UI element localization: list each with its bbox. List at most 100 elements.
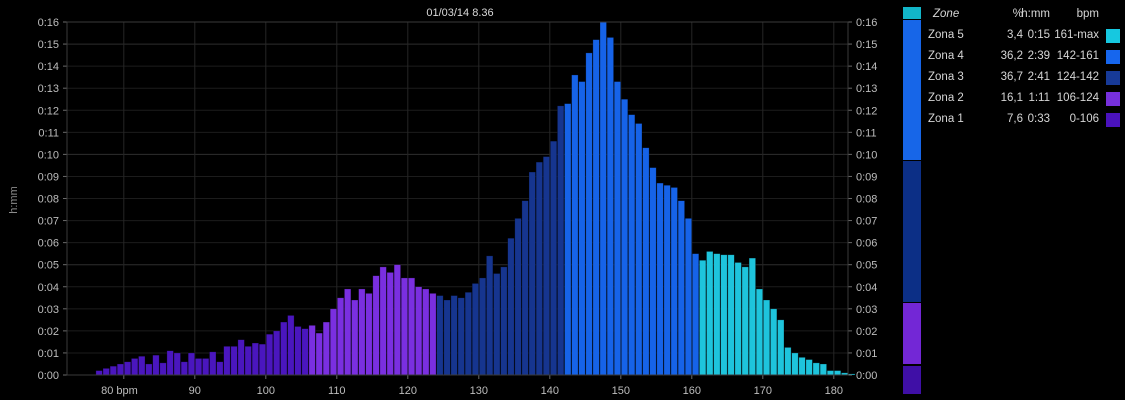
histogram-bar (407, 277, 416, 376)
histogram-bar (585, 52, 593, 376)
histogram-bar (209, 351, 217, 376)
histogram-bar (436, 295, 444, 376)
zone-bar-segment (903, 365, 921, 395)
x-tick-label: 90 (189, 385, 201, 397)
histogram-bar (258, 343, 267, 376)
histogram-bar (656, 182, 664, 376)
histogram-bar (322, 321, 330, 376)
y-tick-label: 0:07 (38, 216, 59, 228)
histogram-bar (166, 350, 174, 376)
y-tick-label: 0:01 (38, 348, 59, 360)
histogram-bar (237, 339, 245, 376)
legend-zone-time: 0:33 (1027, 113, 1050, 125)
y-tick-label: 0:10 (38, 149, 59, 161)
histogram-bar (826, 370, 835, 376)
y-tick-label: 0:08 (38, 194, 59, 206)
y-tick-label: 0:06 (38, 238, 59, 250)
legend-swatch (1106, 92, 1120, 106)
histogram-bar (549, 140, 558, 376)
histogram-bar (429, 293, 437, 376)
zone-color-bar (903, 7, 921, 395)
histogram-bar (443, 299, 451, 376)
histogram-bar (677, 200, 685, 376)
legend-row-zone-1: Zona 1 7,6 0:33 0-106 (925, 109, 1121, 130)
histogram-bar (173, 352, 181, 376)
histogram-bar (720, 254, 728, 376)
histogram-bar (620, 98, 629, 376)
histogram-bar (301, 328, 309, 376)
histogram-bar (507, 237, 515, 376)
histogram-bar (280, 321, 288, 376)
histogram-bar (564, 103, 572, 376)
histogram-bar (386, 272, 394, 376)
histogram-bar (308, 325, 316, 376)
histogram-bar (187, 352, 195, 376)
histogram-bar (273, 330, 281, 376)
legend-zone-bpm: 142-161 (1056, 50, 1099, 62)
y-tick-label: 0:15 (38, 39, 59, 51)
histogram-bar (528, 171, 536, 376)
histogram-bar (294, 326, 302, 376)
legend-zone-time: 2:39 (1027, 50, 1050, 62)
legend-swatch (1106, 29, 1120, 43)
y-tick-label-right: 0:02 (856, 326, 877, 338)
histogram-bar (478, 277, 487, 376)
y-tick-label-right: 0:06 (856, 238, 877, 250)
x-tick-label: 80 bpm (101, 385, 138, 397)
legend-zone-bpm: 161-max (1054, 29, 1099, 41)
x-tick-label: 130 (470, 385, 488, 397)
legend-swatch (1106, 50, 1120, 64)
legend-swatch (1106, 113, 1120, 127)
histogram-bar (791, 352, 799, 376)
legend-header-bpm: bpm (1076, 8, 1099, 20)
y-tick-label-right: 0:01 (856, 348, 877, 360)
legend-row-zone-4: Zona 4 36,2 2:39 142-161 (925, 46, 1121, 67)
histogram-bar (514, 218, 522, 376)
legend-row-zone-2: Zona 2 16,1 1:11 106-124 (925, 88, 1121, 109)
y-tick-label-right: 0:08 (856, 194, 877, 206)
y-tick-label-right: 0:14 (856, 61, 877, 73)
histogram-bar (635, 123, 643, 376)
histogram-bar (464, 291, 472, 376)
y-tick-label-right: 0:11 (856, 127, 877, 139)
histogram-bar (336, 297, 345, 376)
legend-zone-bpm: 124-142 (1056, 71, 1099, 83)
histogram-bar (727, 254, 735, 376)
histogram-bar (642, 147, 650, 376)
histogram-bar (450, 295, 458, 376)
legend-zone-percent: 16,1 (1000, 92, 1023, 104)
histogram-bar (351, 299, 359, 376)
legend-zone-name: Zona 3 (928, 71, 964, 83)
y-tick-label: 0:12 (38, 105, 59, 117)
legend-zone-time: 1:11 (1028, 92, 1050, 104)
y-tick-label: 0:00 (38, 370, 59, 382)
histogram-bar (557, 105, 565, 376)
histogram-bar (542, 156, 551, 376)
histogram-bar (684, 218, 693, 376)
histogram-bar (180, 361, 188, 376)
legend-zone-time: 0:15 (1027, 29, 1050, 41)
histogram-bar (578, 81, 586, 376)
y-tick-label: 0:16 (38, 17, 59, 29)
y-tick-label-right: 0:05 (856, 260, 877, 272)
histogram-bar (393, 264, 401, 376)
histogram-bar (457, 297, 465, 376)
histogram-bar (649, 167, 657, 376)
histogram-bar (109, 365, 117, 376)
histogram-bar (244, 346, 252, 376)
histogram-bar (741, 266, 749, 376)
histogram-bar (833, 370, 842, 376)
histogram-bar (400, 277, 409, 376)
y-tick-label: 0:05 (38, 260, 59, 272)
y-tick-label: 0:13 (38, 83, 59, 95)
histogram-bar (216, 361, 224, 376)
y-tick-label-right: 0:13 (856, 83, 877, 95)
histogram-bar (500, 266, 508, 376)
y-tick-label: 0:04 (38, 282, 59, 294)
histogram-bar (471, 283, 480, 376)
histogram-bar (344, 288, 352, 376)
legend-zone-bpm: 0-106 (1069, 113, 1099, 125)
y-axis-label: h:mm (8, 186, 20, 214)
histogram-chart: 0:00 0:00 0:01 0:01 0:02 0:02 0:03 0:03 0:04 0:04… (8, 7, 877, 397)
histogram-bar (663, 184, 671, 376)
